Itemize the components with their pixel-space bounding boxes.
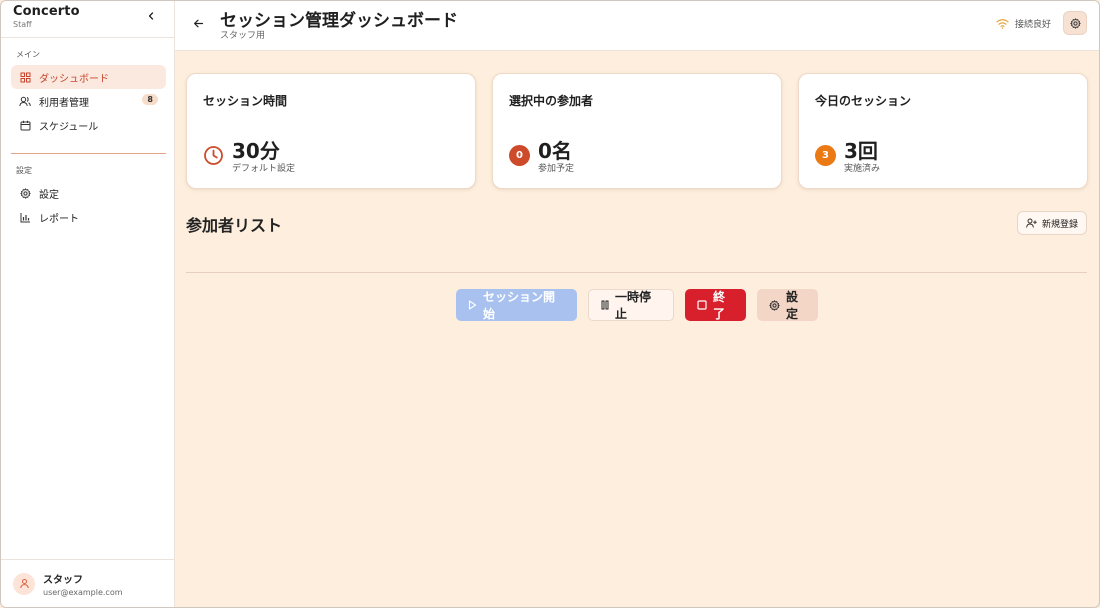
play-icon xyxy=(468,300,477,310)
calendar-icon xyxy=(19,119,31,131)
card-caption: 参加予定 xyxy=(538,164,575,174)
collapse-sidebar-button[interactable] xyxy=(144,9,158,23)
card-title: セッション時間 xyxy=(203,94,288,108)
user-profile[interactable]: スタッフ user@example.com xyxy=(1,559,174,607)
arrow-left-icon xyxy=(193,19,203,27)
user-icon xyxy=(19,579,29,589)
grid-icon xyxy=(19,71,31,83)
card-value: 0名 xyxy=(538,139,572,163)
bar-chart-icon xyxy=(19,211,31,223)
page-header: セッション管理ダッシュボード スタッフ用 接続良好 xyxy=(175,1,1099,51)
card-caption: 実施済み xyxy=(844,164,881,174)
user-email: user@example.com xyxy=(43,587,123,597)
sidebar: Concerto Staff メイン ダッシュボード 利用者管理 8 スケジュー… xyxy=(1,1,175,607)
card-today-sessions: 今日のセッション 3 3回 実施済み xyxy=(798,73,1088,189)
users-count-badge: 8 xyxy=(142,94,158,105)
users-icon xyxy=(19,95,31,107)
chevron-left-icon xyxy=(148,12,154,20)
avatar xyxy=(13,572,35,595)
gear-icon xyxy=(1069,17,1081,29)
participants-title: 参加者リスト xyxy=(186,216,283,235)
new-registration-label: 新規登録 xyxy=(1041,219,1078,230)
sidebar-divider xyxy=(11,153,166,154)
session-controls: セッション開始 一時停止 終了 設定 xyxy=(456,289,818,321)
sidebar-item-label: ダッシュボード xyxy=(39,73,109,85)
sidebar-item-label: 利用者管理 xyxy=(39,97,89,109)
sidebar-item-label: レポート xyxy=(39,213,79,225)
user-name: スタッフ xyxy=(43,574,83,586)
card-selected-participants: 選択中の参加者 0 0名 参加予定 xyxy=(492,73,782,189)
count-badge: 0 xyxy=(509,145,530,166)
clock-icon xyxy=(203,145,224,166)
gear-icon xyxy=(769,299,780,311)
card-value: 3回 xyxy=(844,139,878,163)
sidebar-item-schedule[interactable]: スケジュール xyxy=(11,113,166,137)
section-label-settings: 設定 xyxy=(16,166,32,175)
end-session-button[interactable]: 終了 xyxy=(685,289,746,321)
connection-status: 接続良好 xyxy=(996,17,1051,30)
gear-icon xyxy=(19,187,31,199)
settings-nav: 設定 レポート xyxy=(1,177,174,229)
sidebar-item-dashboard[interactable]: ダッシュボード xyxy=(11,65,166,89)
wifi-icon xyxy=(996,18,1009,29)
brand: Concerto Staff xyxy=(1,1,174,38)
sidebar-item-settings[interactable]: 設定 xyxy=(11,181,166,205)
header-settings-button[interactable] xyxy=(1063,11,1087,35)
main-nav: ダッシュボード 利用者管理 8 スケジュール xyxy=(1,61,174,137)
sidebar-item-label: 設定 xyxy=(39,189,59,201)
card-title: 選択中の参加者 xyxy=(509,94,594,108)
card-caption: デフォルト設定 xyxy=(232,164,296,174)
connection-status-text: 接続良好 xyxy=(1014,20,1051,30)
card-value: 30分 xyxy=(232,139,280,163)
user-plus-icon xyxy=(1026,218,1037,228)
count-badge: 3 xyxy=(815,145,836,166)
new-registration-button[interactable]: 新規登録 xyxy=(1016,211,1087,235)
card-title: 今日のセッション xyxy=(815,94,912,108)
session-settings-label: 設定 xyxy=(786,290,799,321)
brand-subtitle: Staff xyxy=(13,20,32,29)
sidebar-item-reports[interactable]: レポート xyxy=(11,205,166,229)
back-button[interactable] xyxy=(191,16,205,30)
pause-icon xyxy=(601,300,609,310)
main-content: セッション管理ダッシュボード スタッフ用 接続良好 セッション時間 30分 デフ… xyxy=(175,1,1099,607)
participants-divider xyxy=(186,272,1087,273)
app-window: Concerto Staff メイン ダッシュボード 利用者管理 8 スケジュー… xyxy=(0,0,1100,608)
section-label-main: メイン xyxy=(16,50,40,59)
sidebar-item-label: スケジュール xyxy=(39,121,99,133)
card-session-time: セッション時間 30分 デフォルト設定 xyxy=(186,73,476,189)
page-subtitle: スタッフ用 xyxy=(220,31,266,41)
pause-label: 一時停止 xyxy=(615,290,652,321)
session-settings-button[interactable]: 設定 xyxy=(757,289,818,321)
pause-button[interactable]: 一時停止 xyxy=(588,289,674,321)
sidebar-item-users[interactable]: 利用者管理 8 xyxy=(11,89,166,113)
stop-icon xyxy=(697,300,707,310)
end-session-label: 終了 xyxy=(713,290,726,321)
stats-cards: セッション時間 30分 デフォルト設定 選択中の参加者 0 0名 参加予定 今日… xyxy=(186,73,1088,189)
start-session-label: セッション開始 xyxy=(483,290,556,321)
start-session-button[interactable]: セッション開始 xyxy=(456,289,577,321)
brand-name: Concerto xyxy=(13,4,80,19)
